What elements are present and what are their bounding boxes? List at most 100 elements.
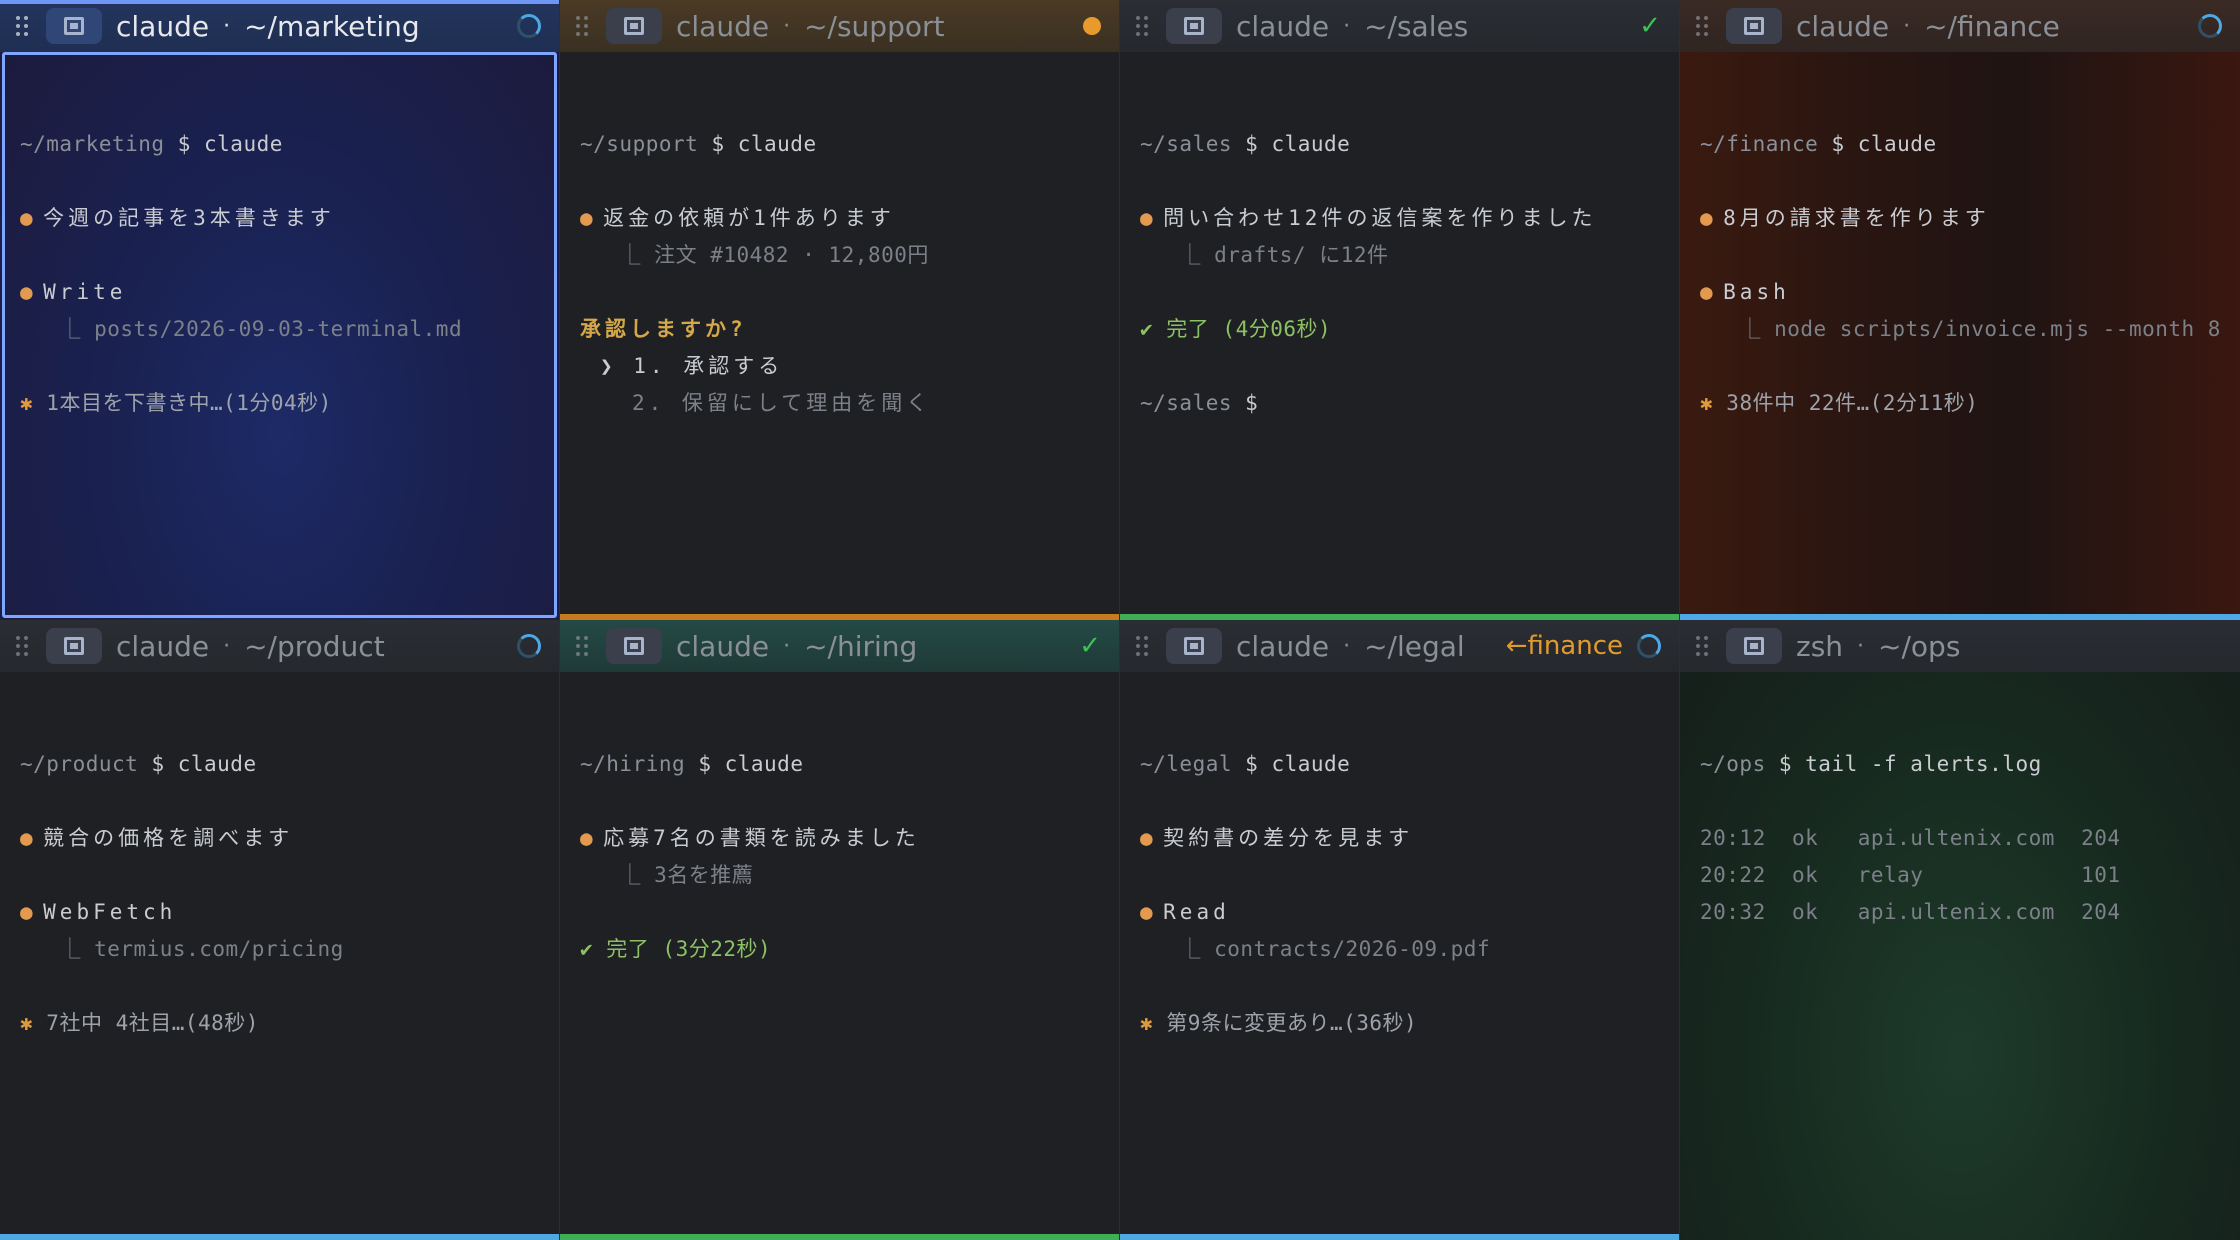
message-line: ● 返金の依頼が1件あります	[580, 200, 1111, 237]
drag-handle-icon[interactable]	[1694, 634, 1712, 658]
terminal-output[interactable]: ~/hiring $ claude ● 応募7名の書類を読みました ⎿ 3名を推薦 ✔…	[580, 672, 1111, 1240]
drag-handle-icon[interactable]	[1694, 14, 1712, 38]
check-icon: ✓	[1639, 11, 1661, 41]
message-line: ● Read	[1140, 894, 1671, 931]
branch-icon: ⎿	[580, 243, 655, 267]
detail-line: ⎿ 注文 #10482 · 12,800円	[580, 237, 1111, 274]
prompt-line: ~/sales $	[1140, 385, 1671, 422]
pane-bottom-bar	[1120, 1234, 1679, 1240]
prompt-path: ~/hiring	[580, 752, 686, 776]
pane-bottom-bar	[0, 1234, 559, 1240]
bullet-dot-icon: ●	[1140, 900, 1154, 924]
terminal-output[interactable]: ~/finance $ claude ● 8月の請求書を作ります ● Bash ⎿ no…	[1700, 52, 2232, 620]
terminal-output[interactable]: ~/support $ claude ● 返金の依頼が1件あります ⎿ 注文 #10…	[580, 52, 1111, 620]
message-line: ● 8月の請求書を作ります	[1700, 200, 2232, 237]
drag-handle-icon[interactable]	[14, 14, 32, 38]
detail-line: ⎿ drafts/ に12件	[1140, 237, 1671, 274]
bullet-dot-icon: ●	[20, 900, 34, 924]
terminal-output[interactable]: ~/marketing $ claude ● 今週の記事を3本書きます ● Write …	[20, 52, 551, 620]
done-line: ✔ 完了 (3分22秒)	[580, 937, 772, 961]
drag-handle-icon[interactable]	[574, 634, 592, 658]
pane-support[interactable]: claude · ~/support ~/support $ claude ● 返金…	[560, 0, 1120, 620]
log-line: 20:22 ok relay 101	[1700, 863, 2121, 887]
prompt-line: ~/hiring $ claude	[580, 746, 1111, 783]
pane-marketing[interactable]: claude · ~/marketing ~/marketing $ claud…	[0, 0, 560, 620]
working-star-icon: ✱	[20, 1011, 47, 1035]
pane-header[interactable]: claude · ~/finance	[1680, 0, 2240, 52]
linked-pane-tag[interactable]: ←finance	[1506, 631, 1623, 661]
bullet-dot-icon: ●	[580, 826, 594, 850]
pane-header[interactable]: claude · ~/sales ✓	[1120, 0, 1679, 52]
terminal-output[interactable]: ~/ops $ tail -f alerts.log 20:12 ok api.u…	[1700, 672, 2232, 1240]
pane-path: ~/legal	[1364, 629, 1465, 663]
question-line: 承認しますか?	[580, 317, 747, 341]
spinner-icon	[517, 634, 541, 658]
prompt-path: ~/finance	[1700, 132, 1819, 156]
pane-hiring[interactable]: claude · ~/hiring ✓ ~/hiring $ claude ● 応募…	[560, 620, 1120, 1240]
pane-header[interactable]: claude · ~/legal ←finance	[1120, 620, 1679, 672]
terminal-grid: claude · ~/marketing ~/marketing $ claud…	[0, 0, 2240, 1240]
message-text: 8月の請求書を作ります	[1723, 206, 1990, 230]
pane-bottom-bar	[560, 1234, 1119, 1240]
choice-option-selected[interactable]: ❯ 1. 承認する	[580, 348, 1111, 385]
terminal-icon	[606, 628, 662, 664]
branch-icon: ⎿	[580, 863, 655, 887]
progress-text: 1本目を下書き中…(1分04秒)	[46, 391, 332, 415]
prompt-path: ~/legal	[1140, 752, 1233, 776]
working-star-icon: ✱	[20, 391, 47, 415]
terminal-icon	[606, 8, 662, 44]
separator-dot: ·	[1343, 13, 1351, 39]
branch-icon: ⎿	[1700, 317, 1775, 341]
branch-icon: ⎿	[1140, 937, 1215, 961]
terminal-icon	[46, 628, 102, 664]
choice-option[interactable]: 2. 保留にして理由を聞く	[580, 385, 1111, 422]
spinner-icon	[2198, 14, 2222, 38]
branch-icon: ⎿	[20, 317, 95, 341]
prompt-path: ~/product	[20, 752, 139, 776]
message-line: ● 応募7名の書類を読みました	[580, 820, 1111, 857]
pane-title: claude	[116, 629, 210, 663]
drag-handle-icon[interactable]	[1134, 634, 1152, 658]
pane-header[interactable]: claude · ~/support	[560, 0, 1119, 52]
terminal-output[interactable]: ~/sales $ claude ● 問い合わせ12件の返信案を作りました ⎿ dr…	[1140, 52, 1671, 620]
detail-line: ⎿ node scripts/invoice.mjs --month 8	[1700, 311, 2232, 348]
prompt-line: ~/support $ claude	[580, 126, 1111, 163]
working-star-icon: ✱	[1700, 391, 1727, 415]
drag-handle-icon[interactable]	[1134, 14, 1152, 38]
bullet-dot-icon: ●	[20, 280, 34, 304]
prompt-line: ~/legal $ claude	[1140, 746, 1671, 783]
pane-header[interactable]: claude · ~/marketing	[0, 0, 559, 52]
drag-handle-icon[interactable]	[574, 14, 592, 38]
separator-dot: ·	[223, 13, 231, 39]
pane-product[interactable]: claude · ~/product ~/product $ claude ● 競合…	[0, 620, 560, 1240]
prompt-line: ~/ops $ tail -f alerts.log	[1700, 746, 2232, 783]
status-indicator: ←finance	[1506, 631, 1661, 661]
pane-header[interactable]: claude · ~/product	[0, 620, 559, 672]
pane-header[interactable]: zsh · ~/ops	[1680, 620, 2240, 672]
pane-ops[interactable]: zsh · ~/ops ~/ops $ tail -f alerts.log 20…	[1680, 620, 2240, 1240]
terminal-output[interactable]: ~/product $ claude ● 競合の価格を調べます ● WebFetch ⎿…	[20, 672, 551, 1240]
separator-dot: ·	[1857, 633, 1865, 659]
detail-text: posts/2026-09-03-terminal.md	[94, 317, 463, 341]
pane-path: ~/ops	[1878, 629, 1961, 663]
terminal-output[interactable]: ~/legal $ claude ● 契約書の差分を見ます ● Read ⎿ contr…	[1140, 672, 1671, 1240]
pane-finance[interactable]: claude · ~/finance ~/finance $ claude ● 8月…	[1680, 0, 2240, 620]
message-line: ● 競合の価格を調べます	[20, 820, 551, 857]
pane-sales[interactable]: claude · ~/sales ✓ ~/sales $ claude ● 問い合わ…	[1120, 0, 1680, 620]
pane-header[interactable]: claude · ~/hiring ✓	[560, 620, 1119, 672]
terminal-icon	[1726, 628, 1782, 664]
pane-legal[interactable]: claude · ~/legal ←finance ~/legal $ clau…	[1120, 620, 1680, 1240]
drag-handle-icon[interactable]	[14, 634, 32, 658]
detail-line: ⎿ 3名を推薦	[580, 857, 1111, 894]
progress-line: ✱ 7社中 4社目…(48秒)	[20, 1005, 551, 1042]
prompt-command: $ claude	[1245, 132, 1351, 156]
